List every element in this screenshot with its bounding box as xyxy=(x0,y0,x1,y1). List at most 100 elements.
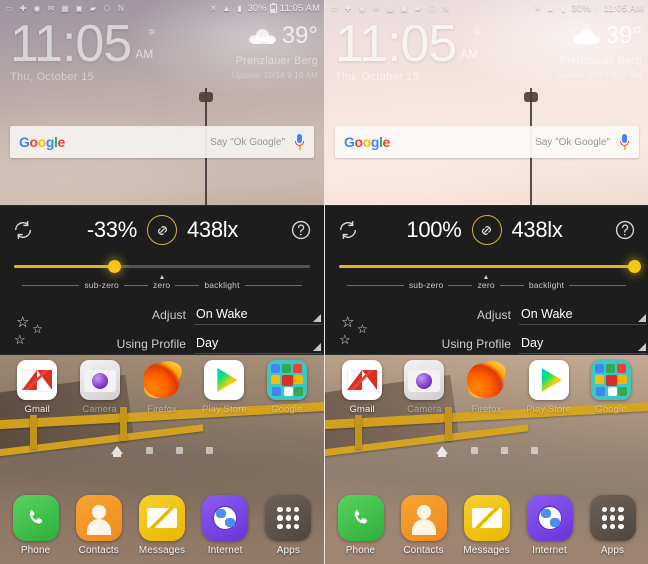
sync-icon[interactable] xyxy=(337,219,359,241)
shield-icon: ⬡ xyxy=(428,3,436,13)
internet-icon xyxy=(526,495,573,541)
mute-icon: ✕ xyxy=(534,3,541,13)
using-profile-dropdown[interactable]: Day xyxy=(194,334,322,354)
lux-panel-top: 100% 438lx xyxy=(325,206,648,254)
app-play-store[interactable]: Play Store xyxy=(196,360,252,415)
dock-label: Messages xyxy=(463,545,510,556)
page-dot[interactable] xyxy=(206,446,213,454)
clock-row: 11:05 AM xyxy=(335,18,479,70)
microphone-icon[interactable] xyxy=(294,134,305,150)
messages-icon xyxy=(463,495,510,541)
dock-item-contacts[interactable]: Contacts xyxy=(394,495,454,556)
clock-widget[interactable]: 11:05 AM Thu, October 15 xyxy=(10,18,154,84)
clock-ampm: AM xyxy=(460,47,479,62)
scale-line xyxy=(448,284,473,286)
page-dot[interactable] xyxy=(146,446,153,454)
dock-item-phone[interactable]: Phone xyxy=(6,495,66,556)
chevron-down-icon xyxy=(638,342,646,351)
page-dot[interactable] xyxy=(176,446,183,454)
dock-item-apps[interactable]: Apps xyxy=(258,495,318,556)
dock-item-messages[interactable]: Messages xyxy=(457,495,517,556)
calendar-icon: ▦ xyxy=(61,3,69,13)
dock-item-internet[interactable]: Internet xyxy=(520,495,580,556)
phone-screenshot-right: ▭ ✚ ◉ ✉ ▦ ▣ ▰ ⬡ N ✕ ▲ ▮ 30% 11:05 AM 11: xyxy=(324,0,648,564)
bluetooth-icon: ✚ xyxy=(344,3,352,13)
settings-row-group: Adjust On Wake Using Profile Day xyxy=(389,305,647,354)
home-icon[interactable] xyxy=(111,446,123,457)
app-gmail[interactable]: Gmail xyxy=(9,360,65,415)
save-icon: ▣ xyxy=(400,3,408,13)
app-label: Gmail xyxy=(24,404,50,415)
weather-widget[interactable]: 39° Prenzlauer Berg Update: 10/14 9:10 A… xyxy=(556,22,642,81)
camera-icon xyxy=(79,360,120,400)
app-firefox[interactable]: Firefox xyxy=(458,360,514,415)
gmail-icon xyxy=(342,360,383,400)
page-dot[interactable] xyxy=(470,446,478,454)
microphone-icon[interactable] xyxy=(619,134,630,150)
app-label: Camera xyxy=(407,404,442,415)
apps-grid-icon xyxy=(265,495,312,541)
star-glyph: ☆ xyxy=(14,332,26,347)
google-search-bar[interactable]: G o o g l e Say "Ok Google" xyxy=(335,126,639,158)
dock-item-messages[interactable]: Messages xyxy=(132,495,192,556)
phone-icon xyxy=(337,495,384,541)
weather-location: Prenzlauer Berg xyxy=(559,55,642,67)
app-camera[interactable]: Camera xyxy=(72,360,128,415)
google-logo: G o o g l e xyxy=(19,134,65,150)
using-profile-dropdown[interactable]: Day xyxy=(519,334,647,354)
app-label: Gmail xyxy=(349,404,375,415)
app-google-folder[interactable]: Google xyxy=(583,360,639,415)
dock-label: Internet xyxy=(532,545,567,556)
nfc-icon: N xyxy=(118,3,124,13)
lux-readout: 100% 438lx xyxy=(325,206,648,254)
dock-bar: Phone Contacts Messages Internet Apps xyxy=(325,495,648,556)
help-circle-icon[interactable] xyxy=(614,219,636,241)
camera-icon xyxy=(404,360,445,400)
adjust-dropdown[interactable]: On Wake xyxy=(519,305,647,325)
lux-settings-rows: ☆ ☆ ☆ Adjust On Wake Using Profile Day xyxy=(0,298,324,360)
stars-icon[interactable]: ☆ ☆ ☆ xyxy=(10,305,64,353)
home-icon[interactable] xyxy=(435,446,448,457)
shield-icon: ⬡ xyxy=(103,3,111,13)
lux-readout: -33% 438lx xyxy=(0,206,324,254)
app-play-store[interactable]: Play Store xyxy=(521,360,577,415)
setting-row-adjust: Adjust On Wake xyxy=(393,305,647,325)
app-camera[interactable]: Camera xyxy=(396,360,452,415)
clock-ampm: AM xyxy=(135,47,154,62)
dock-item-contacts[interactable]: Contacts xyxy=(69,495,129,556)
cable-knot-artifact xyxy=(199,92,213,102)
dock-item-internet[interactable]: Internet xyxy=(195,495,255,556)
cloud-icon xyxy=(572,27,601,45)
email-icon: ✉ xyxy=(372,3,380,13)
app-google-folder[interactable]: Google xyxy=(259,360,315,415)
page-dot[interactable] xyxy=(500,446,508,454)
brightness-percent: -33% xyxy=(86,217,137,242)
app-gmail[interactable]: Gmail xyxy=(334,360,390,415)
clock-widget[interactable]: 11:05 AM Thu, October 15 xyxy=(335,18,479,84)
scale-label-backlight: backlight xyxy=(528,280,565,290)
slider-scale: sub-zero zero backlight xyxy=(347,275,626,290)
slider-thumb[interactable] xyxy=(108,260,122,273)
app-firefox[interactable]: Firefox xyxy=(134,360,190,415)
google-search-bar[interactable]: G o o g l e Say "Ok Google" xyxy=(10,126,314,158)
app-label: Google xyxy=(271,404,303,415)
stars-icon[interactable]: ☆ ☆ ☆ xyxy=(335,305,389,353)
using-profile-value: Day xyxy=(521,336,544,350)
chain-link-icon[interactable] xyxy=(471,215,502,245)
dock-label: Apps xyxy=(600,545,625,556)
chevron-down-icon xyxy=(313,342,321,351)
sync-icon[interactable] xyxy=(12,219,34,241)
using-profile-label: Using Profile xyxy=(116,336,186,351)
car-icon: ▰ xyxy=(414,3,422,13)
weather-temperature: 39° xyxy=(605,22,642,49)
chain-link-icon[interactable] xyxy=(147,215,177,245)
weather-widget[interactable]: 39° Prenzlauer Berg Update: 10/14 9:10 A… xyxy=(232,24,318,81)
help-circle-icon[interactable] xyxy=(290,219,312,241)
dock-item-apps[interactable]: Apps xyxy=(583,495,643,556)
adjust-dropdown[interactable]: On Wake xyxy=(194,305,322,325)
dock-label: Phone xyxy=(20,545,51,556)
page-dot[interactable] xyxy=(530,446,538,454)
slider-thumb[interactable] xyxy=(627,260,641,273)
dock-item-phone[interactable]: Phone xyxy=(331,495,391,556)
location-icon: ◉ xyxy=(33,3,41,13)
